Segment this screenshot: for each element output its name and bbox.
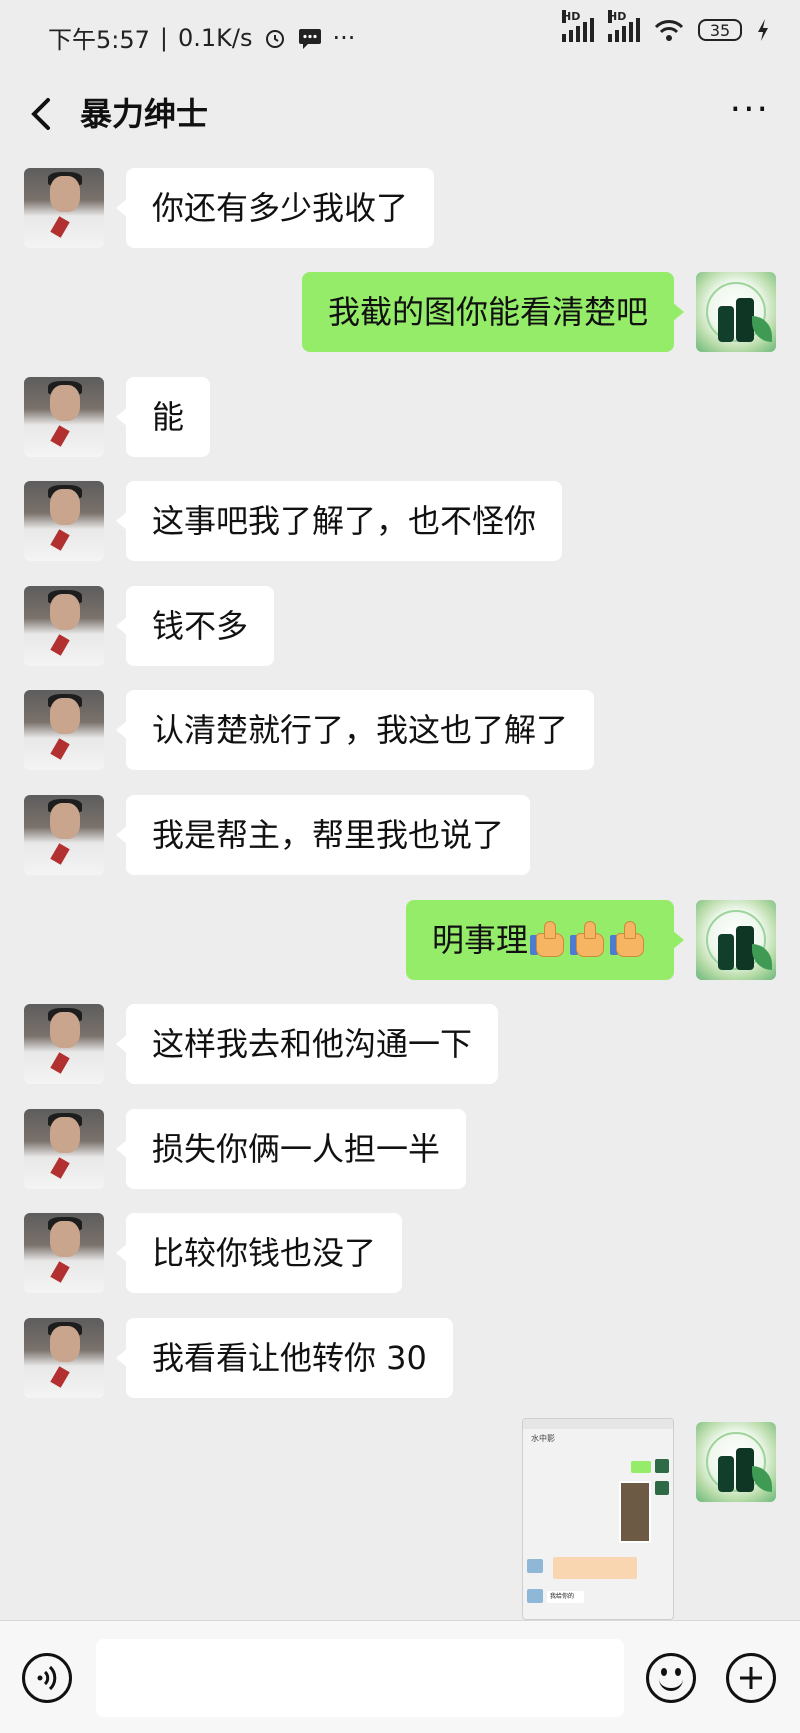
battery-icon: 35 (698, 19, 742, 41)
charging-icon (758, 19, 768, 41)
message-bubble[interactable]: 这事吧我了解了，也不怪你 (115, 481, 563, 561)
message-bubble[interactable]: 这样我去和他沟通一下 (115, 1004, 499, 1084)
status-time: 下午5:57 (48, 26, 150, 54)
screenshot-header: 水中影 (531, 1434, 555, 1443)
signal-icon-2: HD (608, 10, 640, 42)
message-bubble[interactable]: 你还有多少我收了 (115, 168, 435, 248)
message-row: 能 (0, 377, 800, 457)
plus-icon (740, 1667, 762, 1689)
voice-button[interactable] (22, 1653, 72, 1703)
message-input[interactable] (96, 1639, 624, 1717)
message-row: 我看看让他转你 30 (0, 1318, 800, 1398)
image-message[interactable]: 水中影 我给你的 (522, 1418, 674, 1620)
avatar[interactable] (696, 272, 776, 352)
message-bubble[interactable]: 损失你俩一人担一半 (115, 1109, 467, 1189)
wifi-icon (654, 20, 684, 41)
screenshot-avatar (655, 1481, 669, 1495)
screenshot-status-bar (523, 1419, 673, 1429)
status-divider: | (159, 23, 168, 52)
plus-button[interactable] (726, 1653, 776, 1703)
message-bubble[interactable]: 比较你钱也没了 (115, 1213, 403, 1293)
screenshot-photo (619, 1481, 651, 1543)
message-bubble[interactable]: 我截的图你能看清楚吧 (301, 272, 685, 352)
screenshot-bubble (631, 1461, 651, 1473)
alarm-icon (265, 29, 284, 48)
status-more: ··· (332, 23, 356, 52)
message-row: 我截的图你能看清楚吧 (0, 272, 800, 352)
avatar[interactable] (24, 690, 104, 770)
avatar[interactable] (696, 1422, 776, 1502)
message-row: 损失你俩一人担一半 (0, 1109, 800, 1189)
chat-title: 暴力绅士 (80, 95, 209, 133)
thumbs-up-icon (610, 919, 648, 957)
avatar[interactable] (24, 1004, 104, 1084)
message-row: 明事理 (0, 900, 800, 980)
screenshot-text: 我给你的 (547, 1591, 584, 1603)
message-text: 明事理 (431, 921, 528, 959)
screenshot-avatar (527, 1589, 543, 1603)
chat-header: 暴力绅士 ··· (0, 72, 800, 156)
message-row: 你还有多少我收了 (0, 168, 800, 248)
back-button[interactable] (26, 90, 70, 138)
message-bubble[interactable]: 我看看让他转你 30 (116, 1318, 453, 1398)
screenshot-avatar (527, 1559, 543, 1573)
avatar[interactable] (24, 1213, 104, 1293)
avatar[interactable] (24, 795, 104, 875)
message-row: 比较你钱也没了 (0, 1213, 800, 1293)
avatar[interactable] (24, 481, 104, 561)
chevron-left-icon (31, 98, 50, 130)
avatar[interactable] (24, 586, 104, 666)
status-speed: 0.1K/s (178, 23, 253, 52)
message-bubble[interactable]: 钱不多 (115, 586, 275, 666)
message-row: 我是帮主，帮里我也说了 (0, 795, 800, 875)
screenshot-transfer-card (553, 1557, 637, 1579)
status-right: HD HD 35 (562, 10, 770, 42)
voice-icon (37, 1665, 57, 1691)
message-row (0, 1422, 800, 1502)
avatar[interactable] (24, 168, 104, 248)
emoji-button[interactable] (646, 1653, 696, 1703)
message-row: 认清楚就行了，我这也了解了 (0, 690, 800, 770)
status-left: 下午5:57 | 0.1K/s ··· (48, 20, 355, 55)
message-row: 这样我去和他沟通一下 (0, 1004, 800, 1084)
signal-icon: HD (562, 10, 594, 42)
message-bubble[interactable]: 能 (115, 377, 211, 457)
message-list[interactable]: 你还有多少我收了 我截的图你能看清楚吧 能 这事吧我了解了，也不怪你 钱不多 认… (0, 156, 800, 1620)
message-bubble[interactable]: 认清楚就行了，我这也了解了 (115, 690, 595, 770)
screenshot-avatar (655, 1459, 669, 1473)
message-row: 钱不多 (0, 586, 800, 666)
status-bar: 下午5:57 | 0.1K/s ··· HD HD 35 (0, 0, 800, 72)
message-icon (298, 28, 321, 49)
more-button[interactable]: ··· (730, 90, 770, 130)
avatar[interactable] (696, 900, 776, 980)
battery-level: 35 (709, 20, 731, 40)
avatar[interactable] (24, 1318, 104, 1398)
emoji-icon (661, 1668, 667, 1676)
thumbs-up-icon (530, 919, 568, 957)
message-bubble[interactable]: 明事理 (405, 900, 685, 980)
thumbs-up-icon (570, 919, 608, 957)
message-row: 这事吧我了解了，也不怪你 (0, 481, 800, 561)
input-bar (0, 1620, 800, 1733)
hd-label: HD (562, 10, 581, 23)
message-bubble[interactable]: 我是帮主，帮里我也说了 (115, 795, 531, 875)
hd-label-2: HD (608, 10, 627, 23)
avatar[interactable] (24, 1109, 104, 1189)
avatar[interactable] (24, 377, 104, 457)
